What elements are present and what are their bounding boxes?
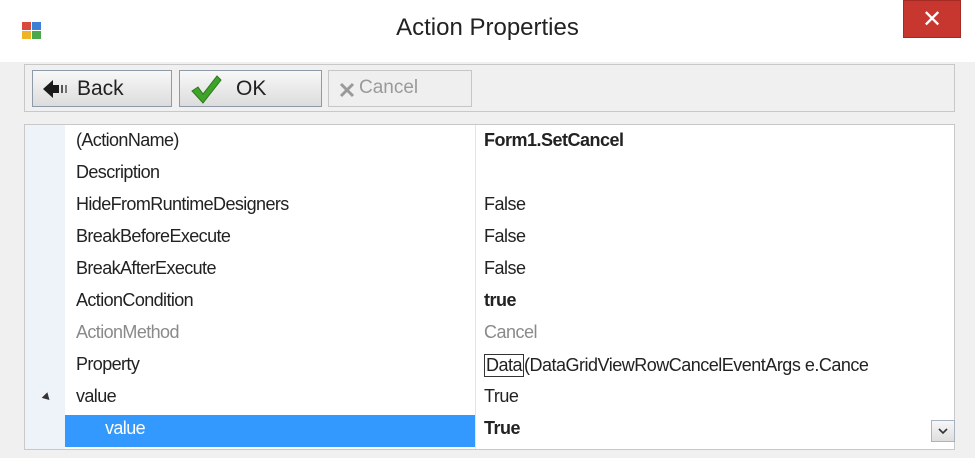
checkmark-icon [191, 75, 222, 104]
property-name: HideFromRuntimeDesigners [76, 194, 289, 214]
action-properties-window: Action Properties ✕ Back OK Cancel (Acti… [0, 0, 975, 458]
property-name: value [76, 386, 117, 406]
property-name: ActionCondition [76, 290, 194, 310]
property-row-breakbeforeexecute[interactable]: BreakBeforeExecute False [25, 223, 954, 255]
back-button[interactable]: Back [32, 70, 172, 107]
property-value: False [484, 194, 526, 214]
value-dropdown-button[interactable] [931, 420, 955, 442]
property-name: Property [76, 354, 140, 374]
property-row-actionname[interactable]: (ActionName) Form1.SetCancel [25, 127, 954, 159]
property-name: value [105, 418, 146, 438]
ok-label: OK [236, 77, 267, 100]
property-name: (ActionName) [76, 130, 179, 150]
property-row-property[interactable]: Property Data (DataGridViewRowCancelEvent… [25, 351, 954, 383]
back-label: Back [77, 77, 124, 100]
property-grid: (ActionName) Form1.SetCancel Description… [24, 124, 955, 450]
property-value: False [484, 226, 526, 246]
title-bar: Action Properties ✕ [0, 0, 975, 62]
collapse-triangle-icon[interactable] [41, 392, 53, 403]
property-value[interactable]: True [484, 418, 521, 439]
property-value: True [484, 386, 519, 406]
cancel-button[interactable]: Cancel [328, 70, 472, 107]
property-value: False [484, 258, 526, 278]
property-row-value-child[interactable]: value True [25, 415, 955, 447]
property-name: BreakAfterExecute [76, 258, 216, 278]
property-value-edit-box[interactable]: Data [484, 354, 525, 377]
property-row-breakafterexecute[interactable]: BreakAfterExecute False [25, 255, 954, 287]
cancel-label: Cancel [359, 77, 419, 98]
property-row-description[interactable]: Description [25, 159, 954, 191]
ok-button[interactable]: OK [179, 70, 322, 107]
property-row-hidefromruntimedesigners[interactable]: HideFromRuntimeDesigners False [25, 191, 954, 223]
property-name: Description [76, 162, 160, 182]
property-value: Cancel [484, 322, 538, 342]
property-value-text: (DataGridViewRowCancelEventArgs e.Cance [524, 355, 869, 375]
window-title: Action Properties [396, 14, 579, 41]
property-name: BreakBeforeExecute [76, 226, 231, 246]
toolbar: Back OK Cancel [24, 64, 955, 112]
property-value: true [484, 290, 517, 310]
property-name: ActionMethod [76, 322, 179, 342]
close-button[interactable]: ✕ [903, 0, 961, 38]
property-value: Form1.SetCancel [484, 130, 624, 150]
property-row-actionmethod[interactable]: ActionMethod Cancel [25, 319, 954, 351]
chevron-down-icon [938, 428, 948, 435]
property-row-value-parent[interactable]: value True [25, 383, 954, 415]
back-arrow-icon [43, 80, 67, 98]
cancel-x-icon [339, 82, 355, 98]
property-row-actioncondition[interactable]: ActionCondition true [25, 287, 954, 319]
property-value[interactable]: Data (DataGridViewRowCancelEventArgs e.Ca… [484, 354, 869, 377]
